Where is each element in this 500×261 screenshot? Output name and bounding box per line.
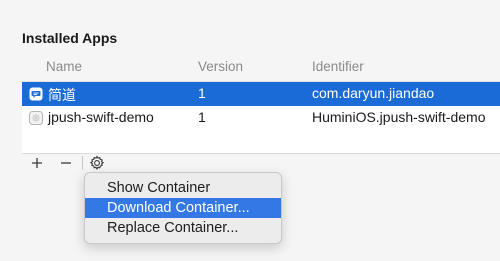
remove-button[interactable] [55,152,77,174]
app-name: jpush-swift-demo [48,109,154,125]
gear-icon [89,155,105,170]
minus-icon [61,162,71,164]
column-header-name[interactable]: Name [46,59,82,74]
table-toolbar [22,152,122,174]
menu-item-show-container[interactable]: Show Container [85,178,281,198]
app-version: 1 [198,85,206,101]
actions-button[interactable] [86,152,108,174]
app-chat-icon [29,87,43,101]
column-header-version[interactable]: Version [198,59,243,74]
app-placeholder-icon [29,111,43,125]
apps-table: Name Version Identifier 简道 1 com.daryun.… [22,54,500,154]
table-row[interactable]: jpush-swift-demo 1 HuminiOS.jpush-swift-… [22,106,500,130]
app-version: 1 [198,109,206,125]
add-button[interactable] [26,152,48,174]
menu-item-download-container[interactable]: Download Container... [85,198,281,218]
table-header: Name Version Identifier [22,54,500,82]
app-name: 简道 [48,87,76,103]
menu-item-replace-container[interactable]: Replace Container... [85,218,281,238]
table-row[interactable]: 简道 1 com.daryun.jiandao [22,82,500,106]
toolbar-divider [82,156,83,170]
app-identifier: HuminiOS.jpush-swift-demo [312,109,486,125]
table-empty-area [22,130,500,154]
column-header-identifier[interactable]: Identifier [312,59,364,74]
plus-icon [32,158,42,168]
app-identifier: com.daryun.jiandao [312,85,435,101]
section-title: Installed Apps [22,30,118,46]
container-context-menu: Show Container Download Container... Rep… [84,172,282,244]
